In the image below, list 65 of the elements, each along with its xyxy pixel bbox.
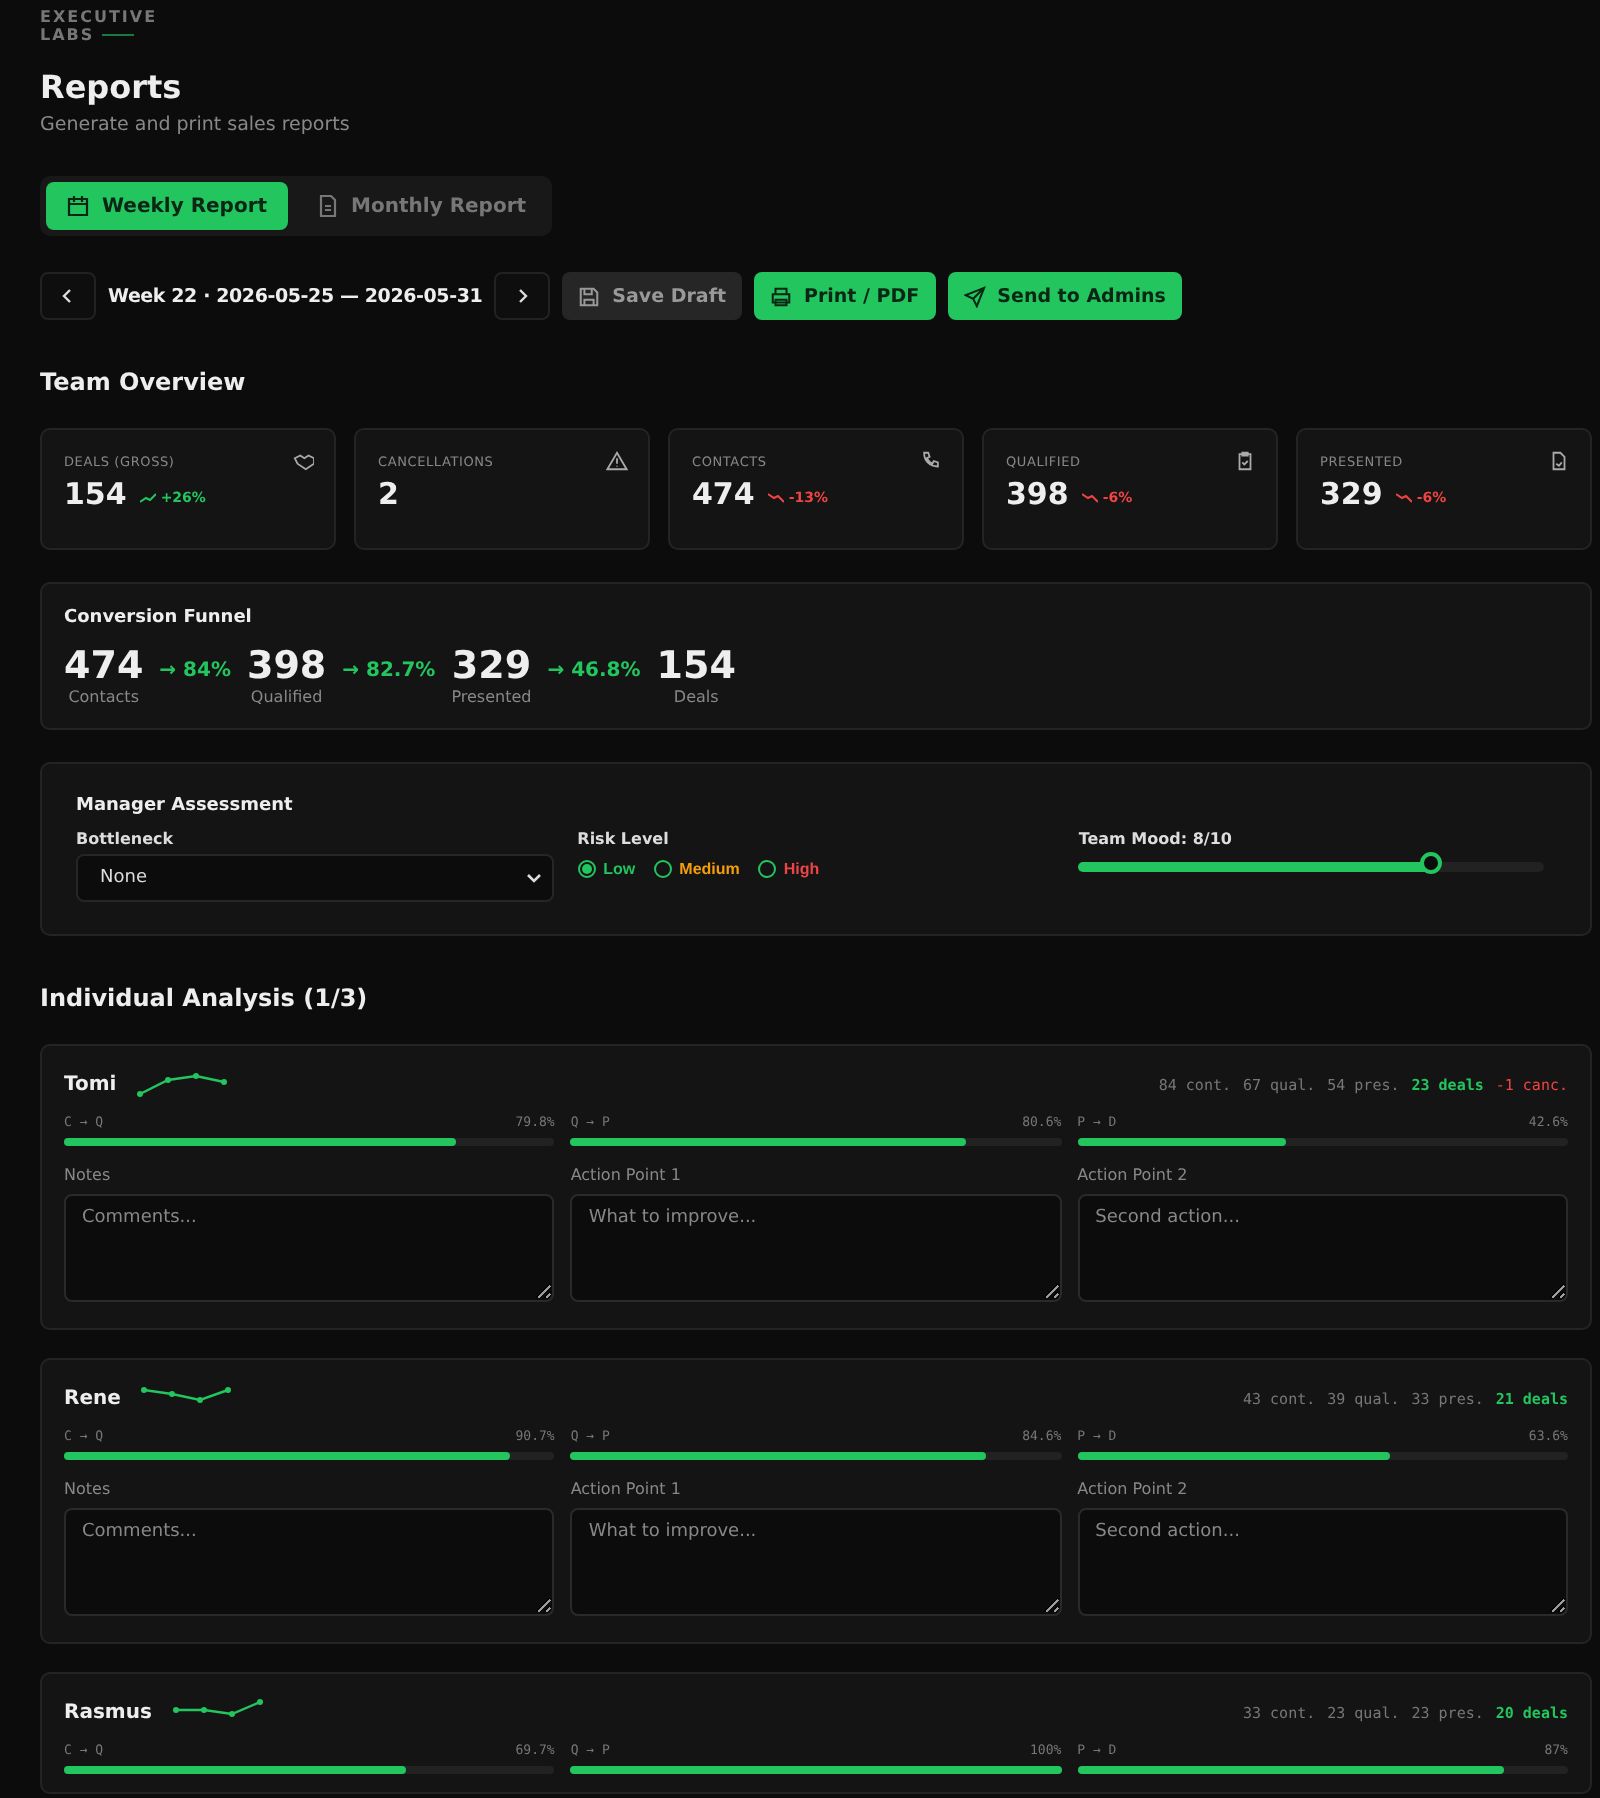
funnel-value: 329	[451, 644, 532, 688]
field-label: Bottleneck	[76, 830, 176, 848]
funnel-label: Qualified	[250, 688, 323, 706]
conversion-rate: → 84%	[159, 660, 231, 682]
save-draft-button[interactable]: Save Draft	[562, 272, 743, 320]
week-range: Week 22 · 2026-05-25 — 2026-05-31	[108, 285, 483, 307]
card-title: Manager Assessment	[76, 796, 295, 816]
clipboard-icon	[1234, 450, 1256, 472]
risk-radio[interactable]: Medium	[653, 860, 740, 878]
document-icon	[315, 194, 340, 218]
risk-radio[interactable]: High	[757, 860, 820, 878]
slider-thumb[interactable]	[1420, 852, 1443, 874]
text-area[interactable]: What to improve...	[570, 1508, 1062, 1616]
print-button[interactable]: Print / PDF	[754, 272, 936, 320]
conversion-rate: → 46.8%	[547, 660, 641, 682]
funnel-value: 474	[64, 644, 144, 688]
section-heading: Individual Analysis (1/3)	[40, 984, 370, 1012]
kpi-value: 398	[1006, 476, 1069, 512]
bottleneck-dropdown[interactable]: None	[76, 854, 554, 902]
field-label: Notes	[64, 1480, 113, 1498]
text-area[interactable]: What to improve...	[570, 1194, 1062, 1302]
send-button[interactable]: Send to Admins	[947, 272, 1182, 320]
text-area[interactable]: Comments...	[64, 1194, 555, 1302]
brand-name: EXECUTIVE	[40, 8, 160, 26]
field-label: Action Point 1	[570, 1166, 683, 1184]
report-tab[interactable]: Weekly Report	[46, 182, 288, 230]
kpi-value: 329	[1320, 476, 1383, 512]
field-label: Action Point 2	[1077, 1166, 1190, 1184]
person-name: Rene	[64, 1387, 121, 1409]
phone-icon	[920, 450, 942, 472]
field-label: Notes	[64, 1166, 113, 1184]
section-heading: Team Overview	[40, 368, 248, 396]
warning-icon	[606, 450, 628, 472]
sparkline	[136, 1070, 229, 1098]
field-label: Risk Level	[577, 830, 671, 848]
risk-radio[interactable]: Low	[577, 860, 636, 878]
page-subtitle: Generate and print sales reports	[40, 114, 352, 136]
field-label: Team Mood: 8/10	[1078, 830, 1234, 848]
funnel-label: Presented	[451, 688, 532, 706]
funnel-label: Deals	[673, 688, 719, 706]
text-area[interactable]: Comments...	[64, 1508, 555, 1616]
kpi-value: 2	[378, 476, 399, 512]
kpi-value: 474	[692, 476, 755, 512]
brand-name: LABS	[40, 26, 95, 44]
page-title: Reports	[40, 68, 184, 106]
text-area[interactable]: Second action...	[1077, 1194, 1568, 1302]
person-name: Rasmus	[64, 1701, 152, 1723]
document-icon	[1548, 450, 1570, 472]
printer-icon	[770, 285, 793, 307]
paper-plane-icon	[963, 285, 986, 307]
text-area[interactable]: Second action...	[1077, 1508, 1568, 1616]
chevron-left-icon	[60, 288, 76, 304]
conversion-rate: → 82.7%	[342, 660, 436, 682]
calendar-icon	[66, 194, 90, 218]
field-label: Action Point 2	[1077, 1480, 1190, 1498]
field-label: Action Point 1	[570, 1480, 683, 1498]
funnel-value: 398	[246, 644, 327, 688]
chevron-right-icon	[514, 288, 531, 304]
kpi-value: 154	[64, 476, 127, 512]
chevron-down-icon	[523, 868, 544, 888]
report-tab[interactable]: Monthly Report	[295, 182, 547, 230]
card-title: Conversion Funnel	[64, 608, 254, 628]
person-name: Tomi	[64, 1073, 117, 1095]
funnel-label: Contacts	[68, 688, 139, 706]
funnel-value: 154	[656, 644, 736, 688]
